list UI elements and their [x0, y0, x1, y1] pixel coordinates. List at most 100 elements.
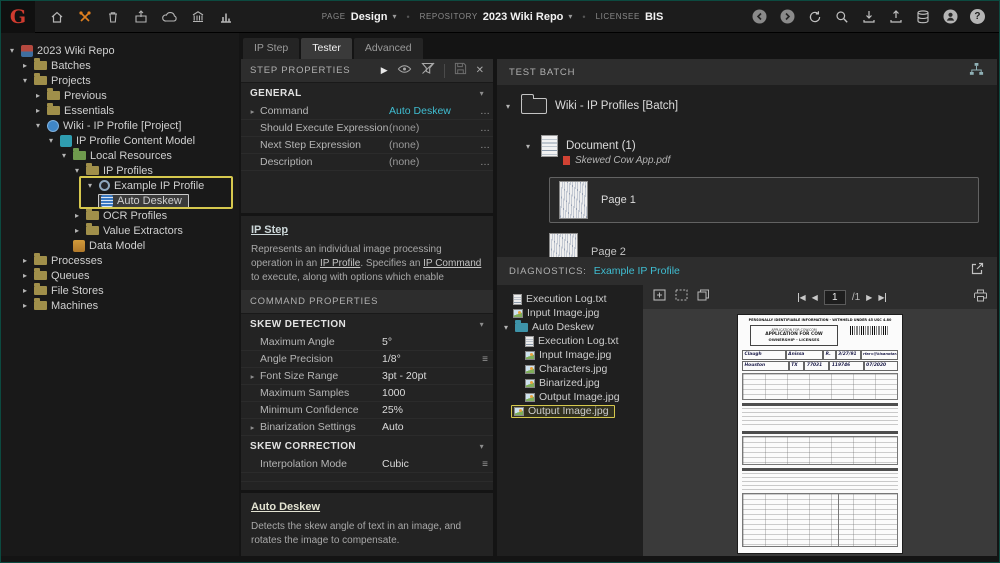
file-item-selected[interactable]: Output Image.jpg	[497, 404, 643, 418]
tree-item-example-ip-profile[interactable]: ▾Example IP Profile	[1, 178, 239, 193]
tree-item-queues[interactable]: ▸Queues	[1, 268, 239, 283]
trash-icon[interactable]	[105, 9, 121, 25]
tree-item-local-resources[interactable]: ▾Local Resources	[1, 148, 239, 163]
tree-item-value-extractors[interactable]: ▸Value Extractors	[1, 223, 239, 238]
tools-icon[interactable]	[77, 9, 93, 25]
preview-icon[interactable]	[397, 62, 412, 80]
print-icon[interactable]	[973, 288, 988, 307]
ellipsis-button[interactable]: …	[477, 157, 493, 168]
export-box-icon[interactable]	[133, 9, 149, 25]
tree-item-essentials[interactable]: ▸Essentials	[1, 103, 239, 118]
back-icon[interactable]	[751, 8, 768, 25]
multi-page-icon[interactable]	[696, 288, 711, 307]
fit-page-icon[interactable]	[652, 288, 667, 307]
expander-icon[interactable]: ▾	[85, 181, 95, 190]
tree-item-file-stores[interactable]: ▸File Stores	[1, 283, 239, 298]
user-icon[interactable]	[942, 8, 959, 25]
file-item[interactable]: Binarized.jpg	[497, 376, 643, 390]
page-selector[interactable]: PAGE Design ▾	[322, 11, 397, 23]
chart-icon[interactable]	[218, 9, 234, 25]
viewer-canvas[interactable]: PERSONALLY IDENTIFIABLE INFORMATION - WI…	[643, 309, 997, 556]
ellipsis-button[interactable]: …	[477, 106, 493, 117]
tab-ip-step[interactable]: IP Step	[243, 38, 299, 59]
repository-selector[interactable]: REPOSITORY 2023 Wiki Repo ▾	[420, 11, 573, 23]
app-logo[interactable]: G	[1, 1, 35, 33]
help-icon[interactable]: ?	[970, 9, 985, 24]
property-row-min-confidence[interactable]: Minimum Confidence25%	[241, 402, 493, 419]
upload-icon[interactable]	[888, 9, 904, 25]
expander-icon[interactable]: ▸	[20, 301, 30, 310]
property-value[interactable]: Auto Deskew	[389, 105, 477, 117]
tree-item-project[interactable]: ▾Wiki - IP Profile [Project]	[1, 118, 239, 133]
expander-icon[interactable]: ▸	[20, 286, 30, 295]
expander-icon[interactable]: ▾	[72, 166, 82, 175]
property-row-max-angle[interactable]: Maximum Angle5°	[241, 334, 493, 351]
database-icon[interactable]	[915, 9, 931, 25]
expander-icon[interactable]: ▾	[33, 121, 43, 130]
expander-icon[interactable]: ▸	[245, 423, 260, 432]
ellipsis-button[interactable]: …	[477, 140, 493, 151]
file-item[interactable]: Input Image.jpg	[497, 306, 643, 320]
file-folder-item[interactable]: ▾Auto Deskew	[497, 320, 643, 334]
next-page-icon[interactable]: ▶	[866, 293, 872, 302]
page-item[interactable]: Page 2	[549, 233, 626, 257]
property-value[interactable]: (none)	[389, 156, 477, 168]
file-item[interactable]: Output Image.jpg	[497, 390, 643, 404]
property-row-description[interactable]: Description (none) …	[241, 154, 493, 171]
expander-icon[interactable]: ▸	[20, 256, 30, 265]
file-item[interactable]: Input Image.jpg	[497, 348, 643, 362]
expander-icon[interactable]: ▸	[33, 91, 43, 100]
general-section-header[interactable]: GENERAL ▾	[241, 83, 493, 103]
property-row-should-execute[interactable]: Should Execute Expression (none) …	[241, 120, 493, 137]
batch-structure-icon[interactable]	[968, 62, 985, 82]
expander-icon[interactable]: ▸	[33, 106, 43, 115]
property-row-max-samples[interactable]: Maximum Samples1000	[241, 385, 493, 402]
document-filename[interactable]: Skewed Cow App.pdf	[563, 155, 670, 166]
region-select-icon[interactable]	[674, 288, 689, 307]
expander-icon[interactable]: ▾	[503, 102, 513, 111]
search-icon[interactable]	[834, 9, 850, 25]
diagnostics-profile-link[interactable]: Example IP Profile	[594, 265, 680, 277]
bank-icon[interactable]	[190, 9, 206, 25]
page-item-selected[interactable]: Page 1	[549, 177, 979, 223]
property-row-command[interactable]: ▸ Command Auto Deskew …	[241, 103, 493, 120]
tree-item-auto-deskew[interactable]: Auto Deskew	[1, 193, 239, 208]
download-icon[interactable]	[861, 9, 877, 25]
property-value[interactable]: (none)	[389, 122, 477, 134]
help-title[interactable]: IP Step	[251, 224, 483, 236]
tree-item-repo[interactable]: ▾2023 Wiki Repo	[1, 43, 239, 58]
expander-icon[interactable]: ▾	[7, 46, 17, 55]
property-row-next-step[interactable]: Next Step Expression (none) …	[241, 137, 493, 154]
command-help-title[interactable]: Auto Deskew	[251, 501, 483, 513]
file-item[interactable]: Execution Log.txt	[497, 292, 643, 306]
file-item[interactable]: Execution Log.txt	[497, 334, 643, 348]
batch-root-item[interactable]: ▾ Wiki - IP Profiles [Batch]	[503, 98, 678, 114]
run-test-icon[interactable]: ▶	[381, 65, 388, 76]
document-page-image[interactable]: PERSONALLY IDENTIFIABLE INFORMATION - WI…	[738, 315, 902, 553]
expander-icon[interactable]: ▾	[20, 76, 30, 85]
page-number-input[interactable]	[824, 290, 846, 305]
tab-tester[interactable]: Tester	[301, 38, 352, 59]
tab-advanced[interactable]: Advanced	[354, 38, 423, 59]
cloud-upload-icon[interactable]	[161, 9, 178, 25]
selected-file[interactable]: Output Image.jpg	[511, 405, 615, 418]
expander-icon[interactable]: ▸	[72, 211, 82, 220]
previous-page-icon[interactable]: ◀	[812, 293, 818, 302]
expander-icon[interactable]: ▸	[245, 107, 260, 116]
file-item[interactable]: Characters.jpg	[497, 362, 643, 376]
save-icon[interactable]	[454, 62, 467, 80]
expander-icon[interactable]: ▾	[59, 151, 69, 160]
refresh-icon[interactable]	[807, 9, 823, 25]
tree-item-ip-profiles[interactable]: ▾IP Profiles	[1, 163, 239, 178]
expander-icon[interactable]: ▸	[245, 372, 260, 381]
property-row-angle-precision[interactable]: Angle Precision1/8°≡	[241, 351, 493, 368]
dropdown-icon[interactable]: ≡	[477, 354, 493, 365]
ellipsis-button[interactable]: …	[477, 123, 493, 134]
skew-detection-header[interactable]: SKEW DETECTION ▾	[241, 314, 493, 334]
expander-icon[interactable]: ▸	[20, 271, 30, 280]
expander-icon[interactable]: ▸	[72, 226, 82, 235]
tree-item-ocr-profiles[interactable]: ▸OCR Profiles	[1, 208, 239, 223]
last-page-icon[interactable]: ▶	[878, 293, 886, 302]
tree-item-processes[interactable]: ▸Processes	[1, 253, 239, 268]
page-thumbnail[interactable]	[549, 233, 578, 257]
